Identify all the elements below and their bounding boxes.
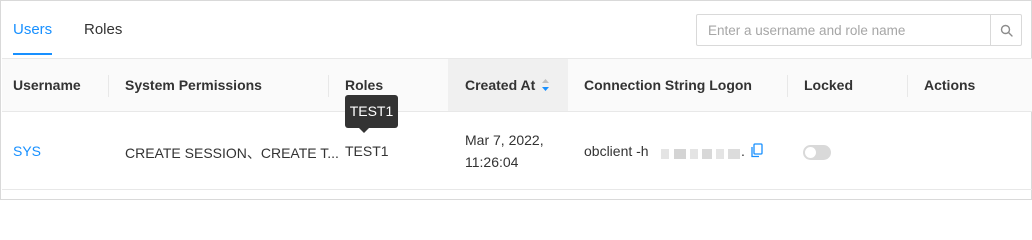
toggle-knob (805, 147, 816, 158)
created-at-time: 11:26:04 (465, 154, 519, 170)
column-header-system-permissions: System Permissions (125, 77, 262, 93)
column-header-actions: Actions (924, 77, 976, 93)
copy-icon[interactable] (750, 143, 763, 158)
column-divider (328, 75, 329, 97)
table-header: Username System Permissions Roles Create… (2, 58, 1032, 112)
search-box (696, 14, 1022, 46)
column-header-locked: Locked (804, 77, 854, 93)
tooltip-arrow (359, 128, 369, 133)
search-input[interactable] (697, 15, 991, 45)
column-header-created-at-cell[interactable]: Created At (448, 59, 568, 111)
column-header-username: Username (13, 77, 81, 93)
search-icon (1000, 24, 1013, 37)
column-header-created-at: Created At (465, 77, 536, 93)
tab-users[interactable]: Users (13, 21, 52, 38)
column-divider (787, 75, 788, 97)
active-tab-indicator (13, 53, 52, 55)
search-button[interactable] (990, 15, 1021, 45)
created-at-date: Mar 7, 2022, (465, 132, 544, 148)
connection-string-text: obclient -h (584, 143, 649, 159)
locked-toggle[interactable] (803, 145, 831, 160)
column-header-connection-string: Connection String Logon (584, 77, 752, 93)
table-row: SYS CREATE SESSION、CREATE T... TEST1 Mar… (2, 112, 1032, 190)
sort-icon[interactable] (541, 78, 550, 92)
connection-string-suffix: . (741, 143, 745, 159)
roles-cell[interactable]: TEST1 (345, 143, 389, 159)
username-link[interactable]: SYS (13, 143, 41, 159)
users-panel: Users Roles Username System Permissions … (0, 0, 1032, 200)
tab-bar: Users Roles (1, 1, 1031, 58)
tab-roles[interactable]: Roles (84, 21, 122, 38)
system-permissions-cell: CREATE SESSION、CREATE T... (125, 145, 339, 161)
column-divider (108, 75, 109, 97)
column-divider (907, 75, 908, 97)
roles-tooltip: TEST1 (345, 95, 398, 128)
